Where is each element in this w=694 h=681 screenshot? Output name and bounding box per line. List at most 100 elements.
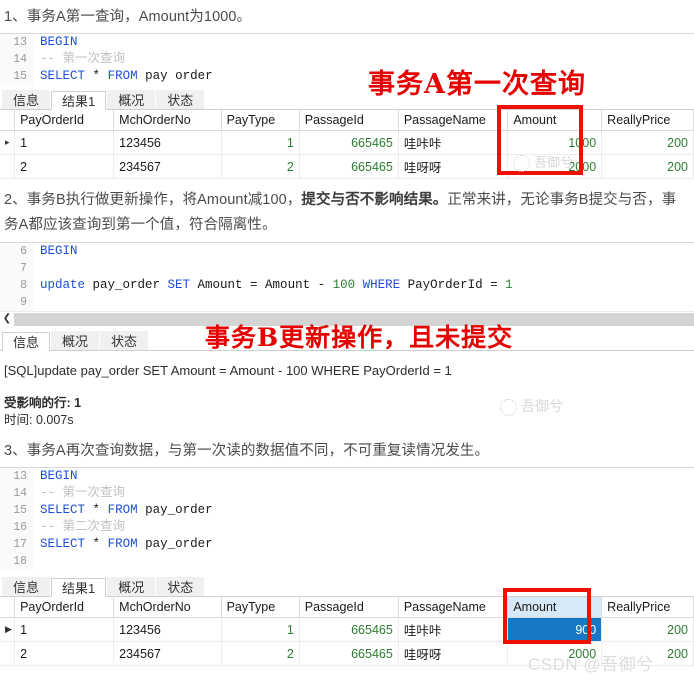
table-cell[interactable]: 2000 <box>507 641 603 666</box>
paragraph-1: 1、事务A第一查询，Amount为1000。 <box>4 9 252 25</box>
section-gap-1 <box>0 179 694 188</box>
column-header-reallyprice[interactable]: ReallyPrice <box>601 110 694 131</box>
table-cell[interactable]: 哇咔咔 <box>398 130 509 155</box>
table-cell[interactable]: 234567 <box>113 641 222 666</box>
result-grid-1[interactable]: PayOrderId MchOrderNo PayType PassageId Pass… <box>0 110 694 179</box>
table-cell[interactable]: 665465 <box>299 130 399 155</box>
column-header-passageid[interactable]: PassageId <box>299 597 399 618</box>
line-number: 7 <box>0 260 34 277</box>
tab-active[interactable]: 信息 <box>2 332 51 351</box>
result-tabbar-1[interactable]: 信息 结果1 概况 状态 <box>0 85 694 110</box>
table-row[interactable]: 2 234567 2 665465 哇呀呀 2000 200 <box>0 154 694 179</box>
code-token: * <box>92 537 101 551</box>
table-cell[interactable]: 234567 <box>113 154 222 179</box>
table-cell[interactable]: 1 <box>221 130 300 155</box>
code-line[interactable]: 16 -- 第二次查询 <box>0 519 694 536</box>
code-line[interactable]: 15 SELECT * FROM pay_order <box>0 502 694 519</box>
table-cell[interactable]: 123456 <box>113 130 222 155</box>
line-number: 15 <box>0 502 34 519</box>
result-table[interactable]: PayOrderId MchOrderNo PayType PassageId Pass… <box>0 597 694 666</box>
table-cell[interactable]: 900 <box>507 617 603 642</box>
sql-editor-3[interactable]: 13 BEGIN 14 -- 第一次查询 15 SELECT * FROM pay_ord… <box>0 467 694 570</box>
table-cell[interactable]: 200 <box>601 617 694 642</box>
result-table[interactable]: PayOrderId MchOrderNo PayType PassageId Pass… <box>0 110 694 179</box>
table-cell[interactable]: 200 <box>601 641 694 666</box>
sql-editor-1[interactable]: 13 BEGIN 14 -- 第一次查询 15 SELECT * FROM pay ord… <box>0 33 694 85</box>
table-cell[interactable]: 1 <box>221 617 300 642</box>
table-cell[interactable]: 哇呀呀 <box>398 154 509 179</box>
table-row[interactable]: ▶ 1 123456 1 665465 哇咔咔 900 200 <box>0 617 694 642</box>
code-line[interactable]: 14 -- 第一次查询 <box>0 485 694 502</box>
table-cell[interactable]: 200 <box>601 130 694 155</box>
column-header-amount[interactable]: Amount <box>507 597 603 618</box>
code-token: -- 第一次查询 <box>40 52 126 66</box>
column-header-passageid[interactable]: PassageId <box>299 110 399 131</box>
tab-item[interactable]: 信息 <box>2 577 51 596</box>
tab-item[interactable]: 状态 <box>100 331 149 350</box>
code-line[interactable]: 15 SELECT * FROM pay order <box>0 68 694 85</box>
code-token: FROM <box>107 537 138 551</box>
sql-editor-2[interactable]: 6 BEGIN 7 8 update pay_order SET Amount = Am… <box>0 242 694 311</box>
column-header-payorderid[interactable]: PayOrderId <box>14 110 115 131</box>
column-header-mchorderno[interactable]: MchOrderNo <box>113 110 222 131</box>
row-marker-header <box>0 110 16 131</box>
column-header-paytype[interactable]: PayType <box>221 110 300 131</box>
table-cell[interactable]: 哇呀呀 <box>398 641 509 666</box>
tab-active[interactable]: 结果1 <box>51 578 107 597</box>
column-header-payorderid[interactable]: PayOrderId <box>14 597 115 618</box>
line-number: 14 <box>0 485 34 502</box>
code-token: pay_order <box>85 278 168 292</box>
code-line[interactable]: 6 BEGIN <box>0 243 694 260</box>
column-header-mchorderno[interactable]: MchOrderNo <box>113 597 222 618</box>
table-cell[interactable]: 哇咔咔 <box>398 617 509 642</box>
column-header-paytype[interactable]: PayType <box>221 597 300 618</box>
tab-active[interactable]: 结果1 <box>51 91 107 110</box>
tab-item[interactable]: 概况 <box>51 331 100 350</box>
code-token: pay_order <box>137 503 213 517</box>
table-cell[interactable]: 665465 <box>299 154 399 179</box>
tab-item[interactable]: 信息 <box>2 90 51 109</box>
line-number: 13 <box>0 468 34 485</box>
table-cell[interactable]: 2 <box>14 641 115 666</box>
table-cell[interactable]: 123456 <box>113 617 222 642</box>
table-cell[interactable]: 1 <box>14 617 115 642</box>
result-grid-3[interactable]: PayOrderId MchOrderNo PayType PassageId Pass… <box>0 597 694 666</box>
code-line[interactable]: 13 BEGIN <box>0 34 694 51</box>
code-line[interactable]: 7 <box>0 260 694 277</box>
tab-item[interactable]: 概况 <box>107 90 156 109</box>
code-text: SELECT * FROM pay_order <box>34 536 213 553</box>
table-cell[interactable]: 665465 <box>299 617 399 642</box>
line-number: 13 <box>0 34 34 51</box>
column-header-amount[interactable]: Amount <box>507 110 603 131</box>
code-line[interactable]: 13 BEGIN <box>0 468 694 485</box>
table-cell[interactable]: 200 <box>601 154 694 179</box>
section-2: 2、事务B执行做更新操作，将Amount减100，提交与否不影响结果。正常来讲，… <box>0 188 694 435</box>
code-token: * <box>92 69 101 83</box>
table-cell[interactable]: 1000 <box>507 130 603 155</box>
tab-item[interactable]: 状态 <box>156 577 205 596</box>
code-line[interactable]: 18 <box>0 553 694 570</box>
table-row[interactable]: ▸ 1 123456 1 665465 哇咔咔 1000 200 <box>0 130 694 155</box>
code-line[interactable]: 9 <box>0 294 694 311</box>
code-line[interactable]: 17 SELECT * FROM pay_order <box>0 536 694 553</box>
code-line[interactable]: 14 -- 第一次查询 <box>0 51 694 68</box>
tab-item[interactable]: 概况 <box>107 577 156 596</box>
table-cell[interactable]: 2 <box>221 641 300 666</box>
code-line[interactable]: 8 update pay_order SET Amount = Amount - … <box>0 277 694 294</box>
table-cell[interactable]: 2 <box>221 154 300 179</box>
table-cell[interactable]: 2 <box>14 154 115 179</box>
tab-item[interactable]: 状态 <box>156 90 205 109</box>
table-cell[interactable]: 2000 <box>507 154 603 179</box>
column-header-passagename[interactable]: PassageName <box>398 110 509 131</box>
result-tabbar-3[interactable]: 信息 结果1 概况 状态 <box>0 572 694 597</box>
table-row[interactable]: 2 234567 2 665465 哇呀呀 2000 200 <box>0 641 694 666</box>
affected-rows-text: 受影响的行: 1 <box>4 396 82 410</box>
code-token: SET <box>167 278 191 292</box>
column-header-reallyprice[interactable]: ReallyPrice <box>601 597 694 618</box>
table-cell[interactable]: 1 <box>14 130 115 155</box>
scroll-left-arrow-icon[interactable]: ❮ <box>0 312 14 326</box>
table-cell[interactable]: 665465 <box>299 641 399 666</box>
column-header-passagename[interactable]: PassageName <box>398 597 509 618</box>
